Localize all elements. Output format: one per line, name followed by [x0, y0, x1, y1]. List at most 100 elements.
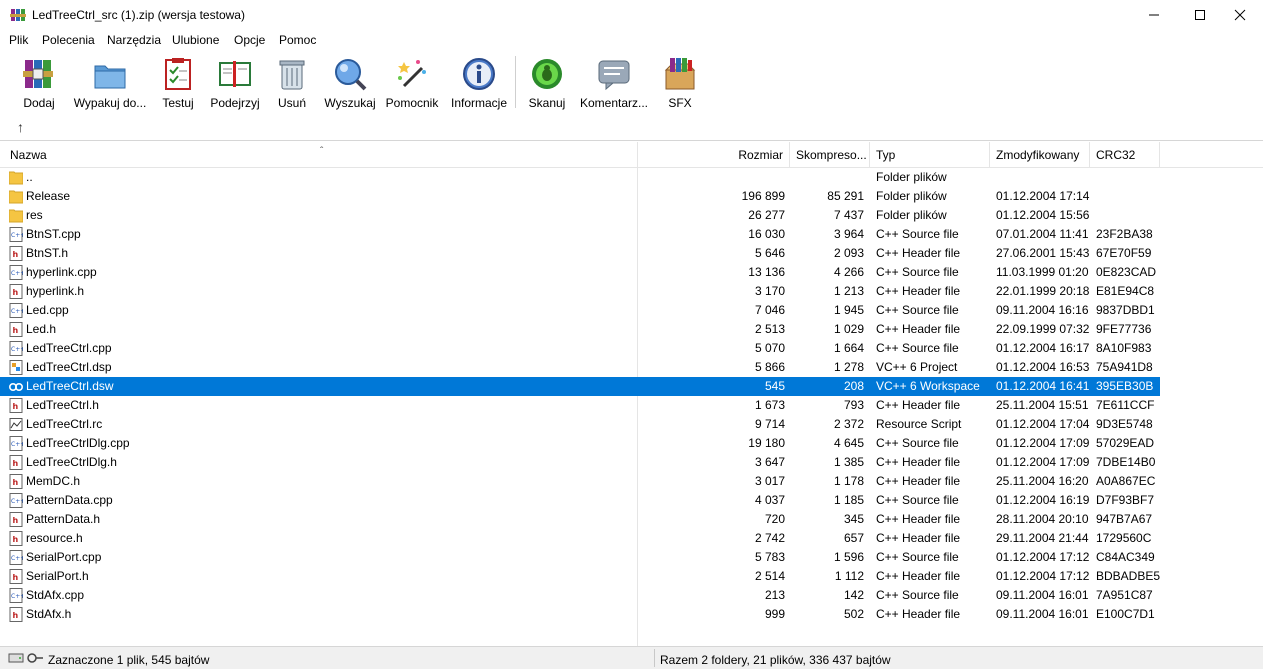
- toolbar-separator: [515, 56, 516, 108]
- menu-polecenia[interactable]: Polecenia: [42, 33, 95, 47]
- add-label: Dodaj: [23, 96, 55, 110]
- drive-key-icon: [8, 653, 43, 663]
- menu-plik[interactable]: Plik: [9, 33, 28, 47]
- svg-text:C++: C++: [11, 232, 23, 239]
- file-type: C++ Header file: [876, 607, 961, 621]
- svg-text:h: h: [13, 459, 19, 468]
- column-header-packed[interactable]: Skompreso...: [790, 142, 870, 168]
- header-file-icon: h: [9, 322, 23, 337]
- wizard-button[interactable]: Pomocnik: [384, 54, 440, 112]
- file-size: 19 180: [748, 436, 785, 450]
- menu-opcje[interactable]: Opcje: [234, 33, 265, 47]
- info-button[interactable]: Informacje: [448, 54, 510, 112]
- file-type: C++ Header file: [876, 474, 961, 488]
- file-packed: 1 385: [833, 455, 864, 469]
- file-size: 13 136: [748, 265, 785, 279]
- file-row[interactable]: h resource.h 2 742 657 C++ Header file 29.11.…: [0, 529, 1160, 548]
- file-type: C++ Source file: [876, 550, 959, 564]
- status-divider: [654, 649, 655, 667]
- column-header-crc[interactable]: CRC32: [1090, 142, 1160, 168]
- column-header-type[interactable]: Typ: [870, 142, 990, 168]
- file-packed: 4 266: [833, 265, 864, 279]
- file-type: Folder plików: [876, 208, 947, 222]
- file-row[interactable]: h PatternData.h 720 345 C++ Header file 28.11…: [0, 510, 1160, 529]
- file-crc: 9837DBD1: [1096, 303, 1155, 317]
- file-row[interactable]: h MemDC.h 3 017 1 178 C++ Header file 25.11.2…: [0, 472, 1160, 491]
- menu-ulubione[interactable]: Ulubione: [172, 33, 219, 47]
- status-bar: Zaznaczone 1 plik, 545 bajtów Razem 2 fo…: [0, 646, 1263, 669]
- column-header-modified[interactable]: Zmodyfikowany: [990, 142, 1090, 168]
- file-name: SerialPort.cpp: [26, 550, 102, 564]
- file-row[interactable]: C++ LedTreeCtrlDlg.cpp 19 180 4 645 C++ Sour…: [0, 434, 1160, 453]
- file-row[interactable]: LedTreeCtrl.dsp 5 866 1 278 VC++ 6 Project 0…: [0, 358, 1160, 377]
- window-title: LedTreeCtrl_src (1).zip (wersja testowa): [32, 8, 245, 22]
- file-row[interactable]: C++ SerialPort.cpp 5 783 1 596 C++ Source fi…: [0, 548, 1160, 567]
- file-name: LedTreeCtrl.rc: [26, 417, 103, 431]
- file-size: 545: [764, 379, 785, 393]
- column-header-size[interactable]: Rozmiar: [638, 142, 790, 168]
- file-type: VC++ 6 Workspace: [876, 379, 980, 393]
- extract-button[interactable]: Wypakuj do...: [70, 54, 150, 112]
- file-crc: 1729560C: [1096, 531, 1152, 545]
- file-modified: 01.12.2004 17:12: [996, 550, 1090, 564]
- file-name: LedTreeCtrlDlg.h: [26, 455, 117, 469]
- menu-narzedzia[interactable]: Narzędzia: [107, 33, 161, 47]
- file-type: C++ Header file: [876, 455, 961, 469]
- file-row[interactable]: C++ BtnST.cpp 16 030 3 964 C++ Source file 07…: [0, 225, 1160, 244]
- file-row[interactable]: C++ StdAfx.cpp 213 142 C++ Source file 09.11.…: [0, 586, 1160, 605]
- file-list: Nazwa ˆ Rozmiar Skompreso... Typ Zmodyfi…: [0, 142, 1263, 646]
- file-row[interactable]: res 26 277 7 437 Folder plików 01.12.2004 15…: [0, 206, 1160, 225]
- file-row[interactable]: h LedTreeCtrl.h 1 673 793 C++ Header file 25.…: [0, 396, 1160, 415]
- file-row[interactable]: .. Folder plików: [0, 168, 1160, 187]
- file-row[interactable]: h LedTreeCtrlDlg.h 3 647 1 385 C++ Header fi…: [0, 453, 1160, 472]
- file-row[interactable]: LedTreeCtrl.dsw 545 208 VC++ 6 Workspace 01.…: [0, 377, 1160, 396]
- menu-pomoc[interactable]: Pomoc: [279, 33, 316, 47]
- column-name-label: Nazwa: [10, 148, 47, 162]
- comment-button[interactable]: Komentarz...: [578, 54, 650, 112]
- test-button[interactable]: Testuj: [157, 54, 199, 112]
- file-row[interactable]: h SerialPort.h 2 514 1 112 C++ Header file 01…: [0, 567, 1160, 586]
- file-row[interactable]: C++ hyperlink.cpp 13 136 4 266 C++ Source fi…: [0, 263, 1160, 282]
- sfx-button[interactable]: SFX: [658, 54, 702, 112]
- svg-text:C++: C++: [11, 346, 23, 353]
- file-modified: 01.12.2004 16:19: [996, 493, 1090, 507]
- find-button[interactable]: Wyszukaj: [322, 54, 378, 112]
- file-row[interactable]: h StdAfx.h 999 502 C++ Header file 09.11.2004…: [0, 605, 1160, 624]
- delete-button[interactable]: Usuń: [272, 54, 312, 112]
- file-row[interactable]: C++ Led.cpp 7 046 1 945 C++ Source file 09.11…: [0, 301, 1160, 320]
- file-modified: 11.03.1999 01:20: [996, 265, 1089, 279]
- file-row[interactable]: C++ LedTreeCtrl.cpp 5 070 1 664 C++ Source f…: [0, 339, 1160, 358]
- file-packed: 7 437: [833, 208, 864, 222]
- menu-bar: Plik Polecenia Narzędzia Ulubione Opcje …: [0, 30, 1263, 50]
- file-crc: D7F93BF7: [1096, 493, 1155, 507]
- comment-label: Komentarz...: [579, 96, 649, 110]
- file-row[interactable]: h Led.h 2 513 1 029 C++ Header file 22.09.199…: [0, 320, 1160, 339]
- file-crc: 75A941D8: [1096, 360, 1153, 374]
- file-size: 5 646: [754, 246, 785, 260]
- file-modified: 01.12.2004 17:09: [996, 436, 1090, 450]
- minimize-button[interactable]: [1131, 0, 1177, 30]
- file-name: MemDC.h: [26, 474, 81, 488]
- file-type: Folder plików: [876, 170, 947, 184]
- folder-icon: [9, 171, 23, 185]
- file-row[interactable]: Release 196 899 85 291 Folder plików 01.12.2…: [0, 187, 1160, 206]
- file-crc: [1096, 168, 1160, 187]
- info-icon: [463, 58, 495, 90]
- file-row[interactable]: LedTreeCtrl.rc 9 714 2 372 Resource Script 0…: [0, 415, 1160, 434]
- file-type: C++ Source file: [876, 341, 959, 355]
- close-button[interactable]: [1217, 0, 1263, 30]
- column-header-name[interactable]: Nazwa ˆ: [4, 142, 638, 168]
- file-name: Release: [26, 189, 71, 203]
- file-row[interactable]: C++ PatternData.cpp 4 037 1 185 C++ Source f…: [0, 491, 1160, 510]
- add-button[interactable]: Dodaj: [14, 54, 64, 112]
- view-button[interactable]: Podejrzyj: [208, 54, 262, 112]
- scan-button[interactable]: Skanuj: [526, 54, 568, 112]
- file-row[interactable]: h BtnST.h 5 646 2 093 C++ Header file 27.06.2…: [0, 244, 1160, 263]
- file-crc: [1096, 206, 1160, 225]
- file-row[interactable]: h hyperlink.h 3 170 1 213 C++ Header file 22.…: [0, 282, 1160, 301]
- up-arrow-icon[interactable]: ↑: [17, 119, 24, 135]
- file-name: LedTreeCtrl.h: [26, 398, 99, 412]
- file-packed: 1 213: [833, 284, 864, 298]
- clipboard-test-icon: [165, 58, 191, 90]
- file-crc: 395EB30B: [1096, 379, 1154, 393]
